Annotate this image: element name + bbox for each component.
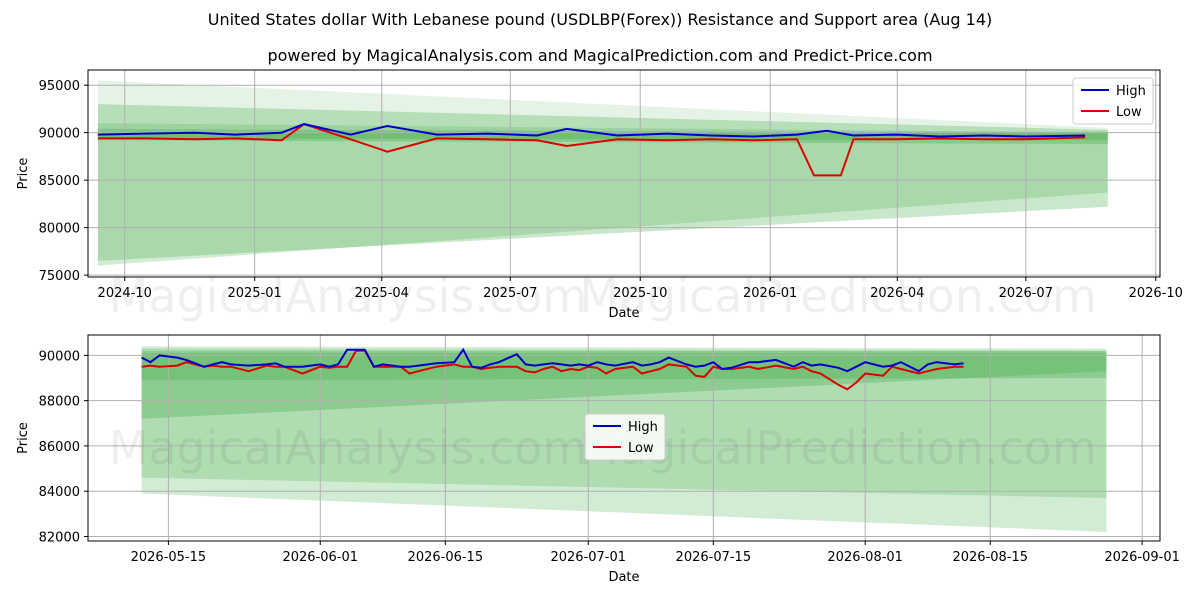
y-tick-label: 84000: [39, 485, 80, 500]
bottom-chart: 2026-05-15 2026-06-01 2026-06-15 2026-07-01…: [16, 334, 1180, 585]
legend: High Low: [584, 413, 666, 461]
legend-label-high: High: [628, 420, 658, 435]
y-tick-label: 90000: [39, 349, 80, 364]
x-tick-label: 2026-07-01: [550, 550, 626, 565]
watermark: MagicalAnalysis.com: [109, 421, 588, 475]
x-tick-label: 2026-05-15: [131, 550, 207, 565]
y-tick-label: 82000: [39, 530, 80, 545]
x-tick-label: 2026-06-01: [282, 550, 358, 565]
x-axis-label: Date: [608, 570, 639, 585]
x-tick-label: 2026-08-15: [952, 550, 1028, 565]
y-tick-label: 86000: [39, 440, 80, 455]
x-tick-label: 2026-07-15: [676, 550, 752, 565]
legend-label-low: Low: [628, 441, 654, 456]
x-tick-label: 2026-06-15: [408, 550, 484, 565]
x-tick-label: 2026-08-01: [827, 550, 903, 565]
y-axis-label: Price: [16, 422, 31, 454]
x-tick-label: 2026-09-01: [1104, 550, 1180, 565]
y-tick-label: 88000: [39, 395, 80, 410]
